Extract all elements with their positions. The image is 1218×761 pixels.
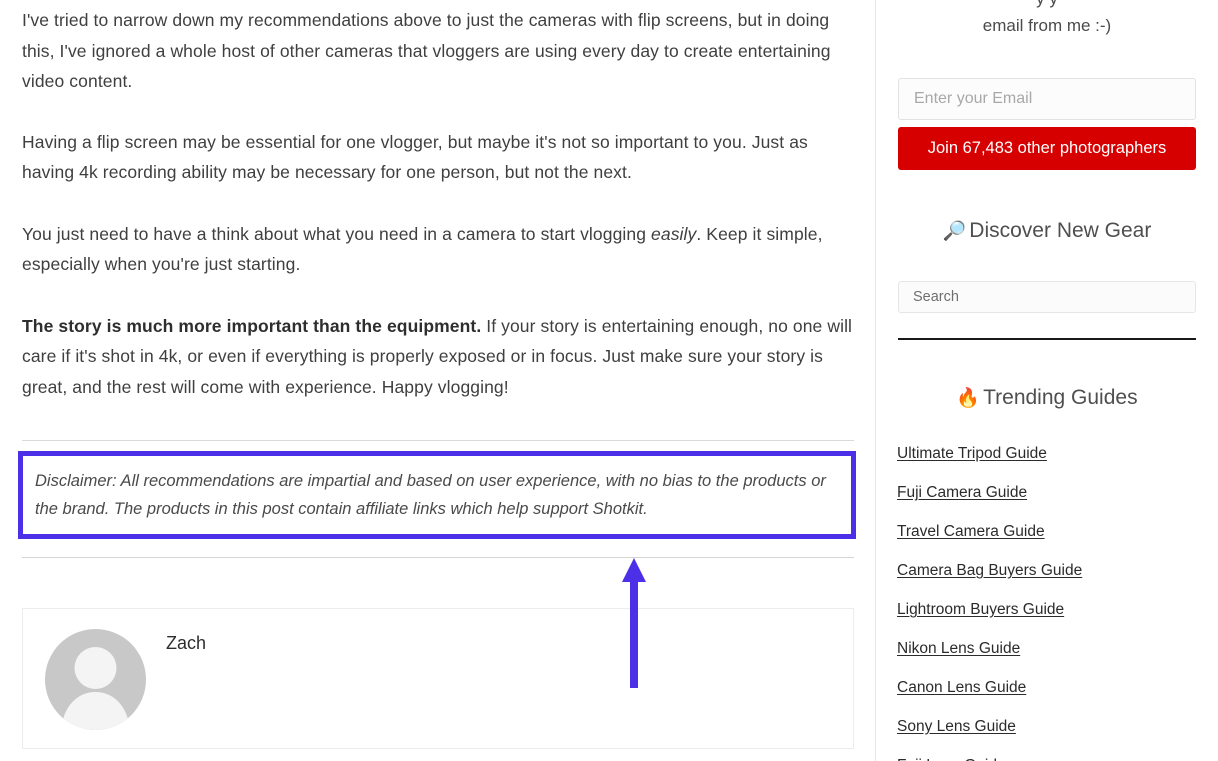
paragraph-3-lead: You just need to have a think about what… xyxy=(22,223,652,244)
divider-above-disclaimer xyxy=(22,440,854,441)
sidebar: y y email from me :-) Join 67,483 other … xyxy=(876,0,1218,761)
list-item: Canon Lens Guide xyxy=(897,679,1197,697)
paragraph-4: The story is much more important than th… xyxy=(22,311,854,403)
disclaimer-text: Disclaimer: All recommendations are impa… xyxy=(35,472,826,518)
trending-guides-title-text: Trending Guides xyxy=(983,386,1138,409)
trending-guide-link[interactable]: Nikon Lens Guide xyxy=(897,640,1020,657)
trending-guide-link[interactable]: Travel Camera Guide xyxy=(897,523,1045,540)
trending-guides-title: 🔥 Trending Guides xyxy=(897,384,1197,413)
disclaimer-callout: Disclaimer: All recommendations are impa… xyxy=(18,451,856,539)
user-silhouette-icon xyxy=(61,647,130,730)
trending-guide-link[interactable]: Ultimate Tripod Guide xyxy=(897,445,1047,462)
paragraph-2: Having a flip screen may be essential fo… xyxy=(22,131,808,183)
magnifying-glass-icon: 🔎 xyxy=(942,221,967,242)
list-item: Nikon Lens Guide xyxy=(897,640,1197,658)
optin-tagline-clipped: y y xyxy=(897,0,1197,12)
join-newsletter-button[interactable]: Join 67,483 other photographers xyxy=(898,127,1196,170)
list-item: Sony Lens Guide xyxy=(897,718,1197,736)
author-card: Zach xyxy=(22,608,854,749)
email-field[interactable] xyxy=(898,78,1196,120)
trending-guide-link[interactable]: Fuji Lens Guide xyxy=(897,757,1006,761)
trending-guide-link[interactable]: Sony Lens Guide xyxy=(897,718,1016,735)
list-item: Ultimate Tripod Guide xyxy=(897,445,1197,463)
paragraph-1: I've tried to narrow down my recommendat… xyxy=(22,10,831,91)
paragraph-4-bold-lead: The story is much more important than th… xyxy=(22,315,482,336)
discover-gear-widget: 🔎 Discover New Gear xyxy=(897,217,1197,340)
discover-gear-title: 🔎 Discover New Gear xyxy=(897,217,1197,246)
list-item: Camera Bag Buyers Guide xyxy=(897,562,1197,580)
trending-guides-widget: 🔥 Trending Guides Ultimate Tripod Guide Fu… xyxy=(897,384,1197,761)
divider-below-disclaimer xyxy=(22,557,854,558)
sidebar-divider xyxy=(898,338,1196,340)
avatar xyxy=(45,629,146,730)
trending-guide-link[interactable]: Fuji Camera Guide xyxy=(897,484,1027,501)
paragraph-3-emphasis: easily xyxy=(651,223,697,244)
email-optin-widget: y y email from me :-) Join 67,483 other … xyxy=(897,0,1197,170)
list-item: Fuji Camera Guide xyxy=(897,484,1197,502)
paragraph-3: You just need to have a think about what… xyxy=(22,219,854,280)
trending-guides-list: Ultimate Tripod Guide Fuji Camera Guide Tr… xyxy=(897,445,1197,761)
page-root: I've tried to narrow down my recommendat… xyxy=(0,0,1218,761)
search-input[interactable] xyxy=(898,281,1196,313)
author-name: Zach xyxy=(166,633,207,653)
trending-guide-link[interactable]: Lightroom Buyers Guide xyxy=(897,601,1064,618)
list-item: Travel Camera Guide xyxy=(897,523,1197,541)
discover-gear-title-text: Discover New Gear xyxy=(969,219,1152,242)
trending-guide-link[interactable]: Canon Lens Guide xyxy=(897,679,1026,696)
list-item: Lightroom Buyers Guide xyxy=(897,601,1197,619)
optin-tagline: email from me :-) xyxy=(982,16,1112,35)
fire-icon: 🔥 xyxy=(956,388,981,409)
trending-guide-link[interactable]: Camera Bag Buyers Guide xyxy=(897,562,1082,579)
list-item: Fuji Lens Guide xyxy=(897,757,1197,761)
